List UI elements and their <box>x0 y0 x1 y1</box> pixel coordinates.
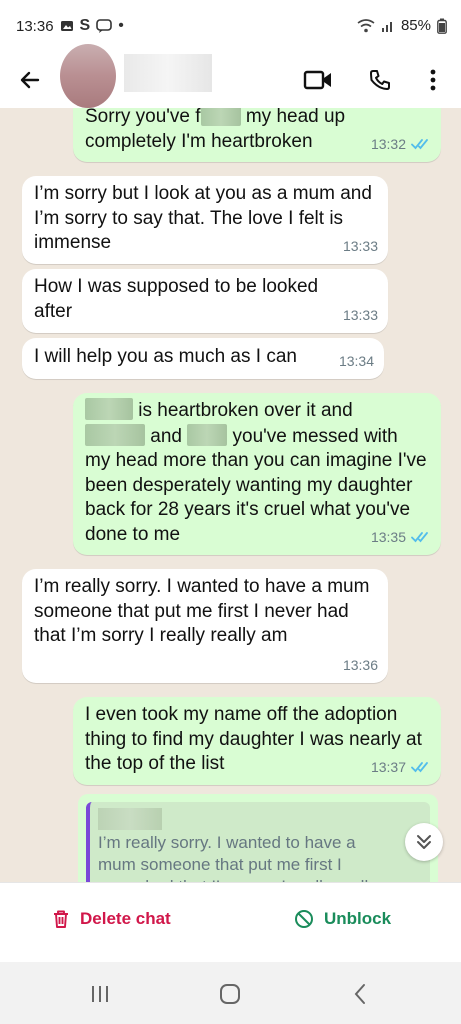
system-nav-bar <box>0 962 461 1024</box>
delete-chat-button[interactable]: Delete chat <box>52 909 171 929</box>
quoted-message[interactable]: I’m really sorry. I wanted to have a mum… <box>86 802 430 882</box>
avatar[interactable] <box>60 44 116 108</box>
back-chevron-icon <box>354 984 365 1004</box>
phone-icon <box>370 70 390 90</box>
chat-header <box>0 44 461 108</box>
message-time: 13:34 <box>338 352 374 369</box>
redacted-text <box>85 398 133 420</box>
message-meta: 13:35 <box>371 525 431 550</box>
message-time: 13:33 <box>342 237 378 254</box>
read-ticks-icon <box>411 531 428 543</box>
back-button[interactable] <box>14 64 46 96</box>
wifi-icon <box>357 18 375 32</box>
message-time: 13:36 <box>342 656 378 673</box>
chat-icon <box>96 19 113 33</box>
gallery-icon <box>60 21 73 31</box>
blocked-contact-actions: Delete chat Unblock <box>0 882 461 963</box>
message-meta: 13:34 <box>339 349 374 374</box>
message-text: I’m really sorry. I wanted to have a mum… <box>34 576 370 646</box>
quoted-text: I’m really sorry. I wanted to have a mum… <box>98 833 377 882</box>
redacted-text <box>187 423 228 446</box>
unblock-button[interactable]: Unblock <box>294 909 391 929</box>
message-outgoing[interactable]: is heartbroken over it and and you've me… <box>73 393 441 555</box>
message-time: 13:33 <box>342 306 378 323</box>
read-ticks-icon <box>411 138 428 150</box>
message-incoming[interactable]: I’m sorry but I look at you as a mum and… <box>22 176 388 264</box>
trash-icon <box>54 910 68 928</box>
home-button[interactable] <box>210 980 250 1008</box>
message-time: 13:37 <box>370 758 406 775</box>
message-meta: 13:37 <box>371 755 431 780</box>
message-text: How I was supposed to be looked after <box>34 276 319 322</box>
redacted-text <box>200 108 241 126</box>
contact-name[interactable] <box>124 54 212 92</box>
message-incoming[interactable]: I’m really sorry. I wanted to have a mum… <box>22 569 388 683</box>
message-text: I’m sorry but I look at you as a mum and… <box>34 183 372 253</box>
chat-area[interactable]: Sorry you've f my head up completely I'm… <box>0 108 461 882</box>
delete-chat-label: Delete chat <box>80 909 171 928</box>
block-icon <box>295 910 313 928</box>
message-text: I will help you as much as I can <box>34 346 297 367</box>
battery-icon <box>437 18 447 34</box>
message-incoming[interactable]: I will help you as much as I can 13:34 <box>22 338 384 379</box>
double-chevron-down-icon <box>417 835 431 849</box>
message-time: 13:35 <box>370 528 406 545</box>
quoted-author <box>98 808 162 830</box>
battery-level: 85% <box>400 17 431 34</box>
message-outgoing[interactable]: Sorry you've f my head up completely I'm… <box>73 108 441 162</box>
message-outgoing[interactable]: I even took my name off the adoption thi… <box>73 697 441 785</box>
video-call-icon <box>303 70 331 90</box>
status-time: 13:36 <box>16 17 54 35</box>
back-arrow-icon <box>20 71 40 89</box>
skype-icon: S <box>79 17 91 34</box>
message-incoming[interactable]: How I was supposed to be looked after 13… <box>22 269 388 333</box>
video-call-button[interactable] <box>300 62 336 98</box>
recents-icon <box>92 986 108 1002</box>
home-icon <box>220 984 240 1004</box>
more-vert-icon <box>430 69 436 91</box>
redacted-text <box>85 423 145 446</box>
back-nav-button[interactable] <box>340 980 380 1008</box>
signal-icon <box>381 21 392 32</box>
more-options-button[interactable] <box>415 62 451 98</box>
voice-call-button[interactable] <box>362 62 398 98</box>
message-time: 13:32 <box>370 135 406 152</box>
unblock-label: Unblock <box>324 909 392 928</box>
message-meta: 13:33 <box>343 234 378 259</box>
message-meta: 13:36 <box>343 653 378 678</box>
reply-message[interactable]: I’m really sorry. I wanted to have a mum… <box>78 794 438 882</box>
recents-button[interactable] <box>80 980 120 1008</box>
read-ticks-icon <box>411 761 428 773</box>
message-meta: 13:33 <box>343 303 378 328</box>
status-bar: 13:36 S • 85% <box>0 0 461 52</box>
dot-icon: • <box>118 17 124 34</box>
scroll-to-bottom-button[interactable] <box>405 823 443 861</box>
message-meta: 13:32 <box>371 132 431 157</box>
